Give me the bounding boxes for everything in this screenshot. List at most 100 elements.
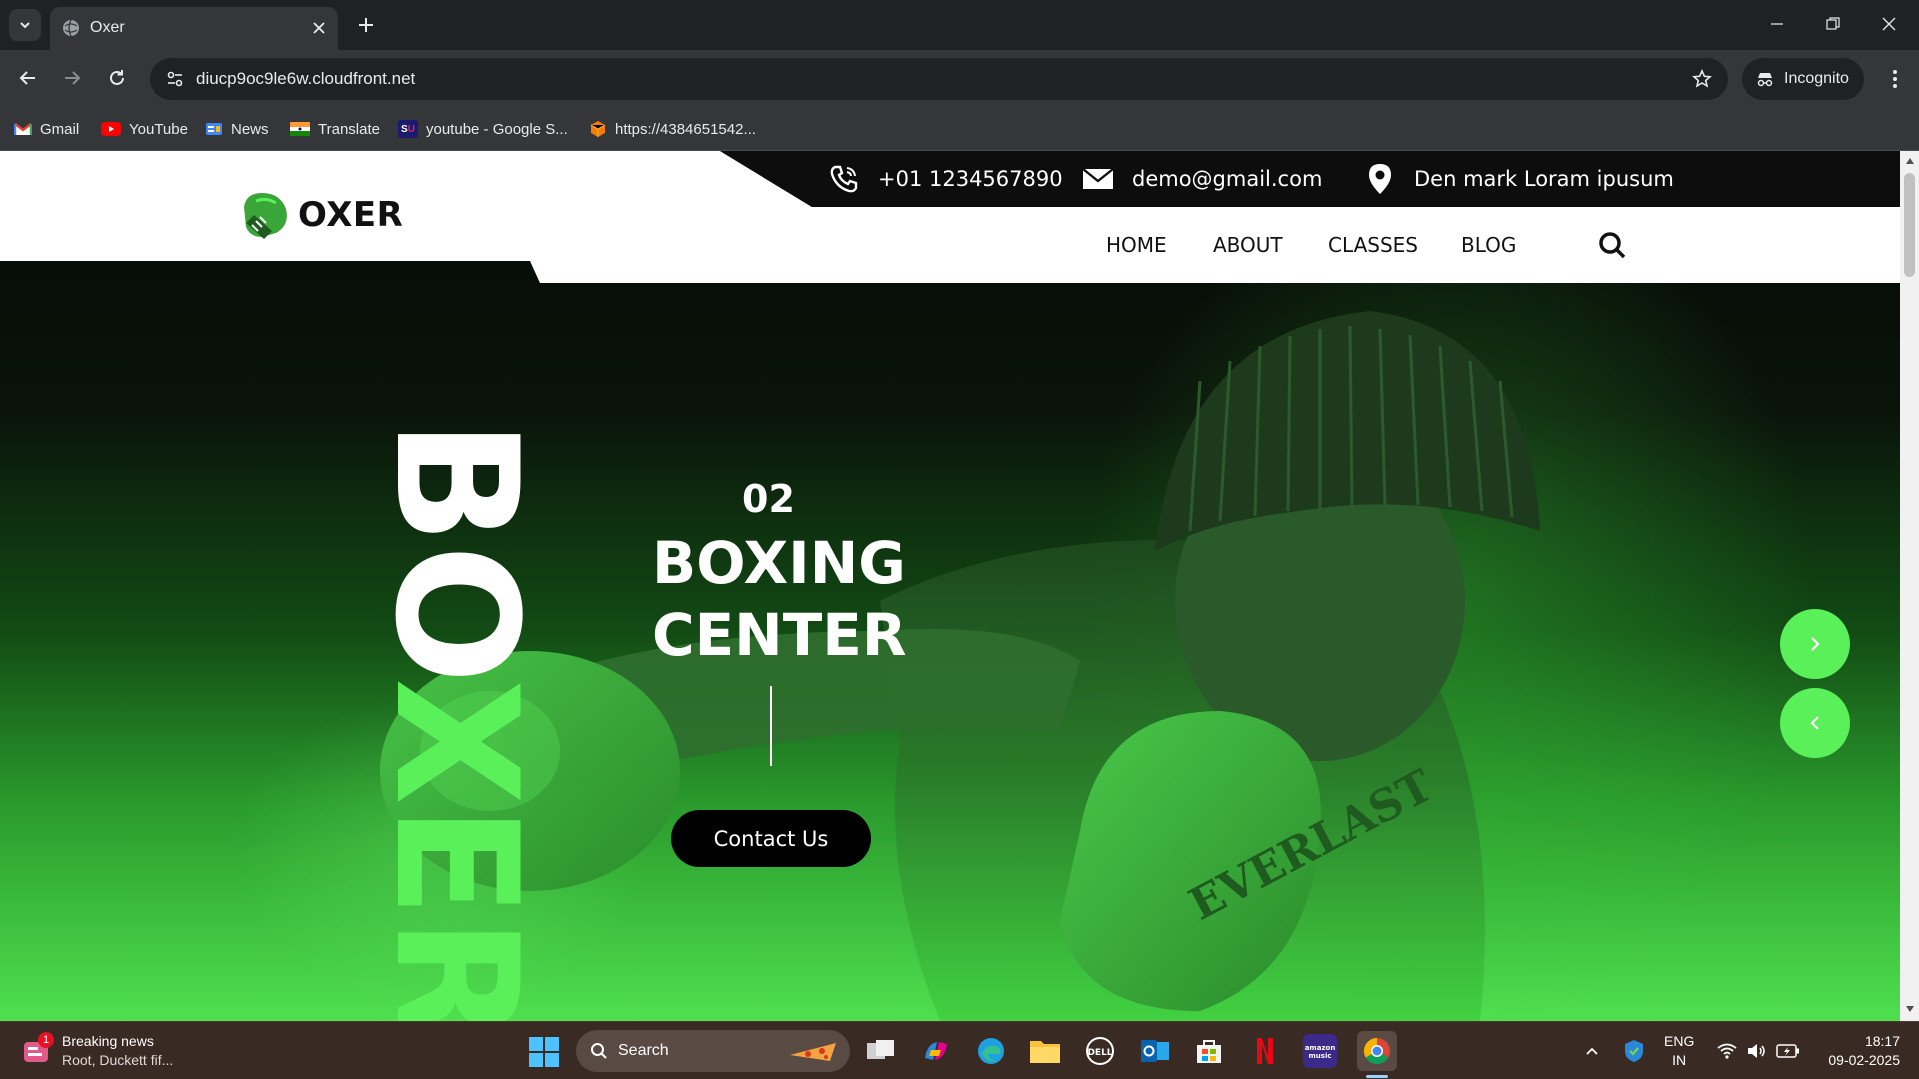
india-flag-icon (290, 122, 310, 136)
bookmark-label: Translate (318, 120, 380, 138)
back-button[interactable] (12, 62, 44, 94)
bookmark-gmail[interactable]: Gmail (10, 115, 83, 143)
browser-toolbar: diucp9oc9le6w.cloudfront.net Incognito (0, 50, 1919, 107)
browser-menu-button[interactable] (1880, 63, 1910, 95)
speaker-icon (1748, 1044, 1765, 1058)
scroll-up-arrow[interactable] (1904, 155, 1915, 167)
chrome-icon[interactable] (1357, 1031, 1397, 1071)
hero-title: BOXING CENTER (652, 527, 952, 671)
contact-us-button[interactable]: Contact Us (671, 810, 871, 867)
search-icon (1599, 232, 1626, 259)
svg-text:DELL: DELL (1087, 1048, 1112, 1058)
language-code: ENG (1664, 1033, 1695, 1049)
bookmark-youtube-google-search[interactable]: SU youtube - Google S... (394, 115, 572, 143)
task-view-icon[interactable] (864, 1034, 898, 1068)
youtube-icon (101, 122, 121, 136)
nav-home[interactable]: HOME (1106, 233, 1167, 257)
slider-prev-button[interactable] (1780, 688, 1850, 758)
volume-tray-icon[interactable] (1744, 1034, 1770, 1068)
active-app-indicator (1366, 1075, 1388, 1078)
cube-icon (590, 121, 606, 137)
close-icon (313, 22, 325, 34)
site-search-button[interactable] (1596, 229, 1628, 261)
arrow-left-icon (19, 71, 35, 85)
taskbar-search[interactable]: Search (576, 1030, 850, 1072)
more-vertical-icon (1893, 70, 1897, 88)
phone-icon (826, 161, 862, 197)
hero-title-line1: BOXING (652, 529, 906, 597)
file-explorer-icon[interactable] (1028, 1034, 1062, 1068)
su-icon: SU (398, 120, 418, 138)
search-icon (591, 1043, 607, 1059)
shield-icon (1625, 1040, 1643, 1062)
edge-browser-icon[interactable] (974, 1034, 1008, 1068)
scroll-thumb[interactable] (1904, 173, 1915, 277)
security-tray-icon[interactable] (1620, 1034, 1648, 1068)
dell-icon[interactable]: DELL (1083, 1034, 1117, 1068)
minimize-button[interactable] (1754, 8, 1800, 40)
contact-email[interactable]: demo@gmail.com (1080, 161, 1322, 197)
tab-close-button[interactable] (308, 17, 330, 39)
nav-blog[interactable]: BLOG (1461, 233, 1516, 257)
map-pin-icon (1362, 161, 1398, 197)
new-tab-button[interactable] (352, 11, 380, 39)
bookmark-star-button[interactable] (1690, 67, 1714, 91)
phone-number: +01 1234567890 (878, 167, 1063, 191)
forward-button[interactable] (56, 62, 88, 94)
wifi-icon (1717, 1043, 1737, 1059)
tab-search-button[interactable] (9, 9, 41, 41)
reload-button[interactable] (101, 62, 133, 94)
triangle-down-icon (1905, 1006, 1914, 1012)
vertical-boxer-word: BOXER (388, 419, 538, 1021)
bookmark-news[interactable]: News (201, 115, 273, 143)
google-news-icon (206, 123, 222, 135)
tray-overflow-button[interactable] (1582, 1034, 1602, 1068)
incognito-chip[interactable]: Incognito (1742, 58, 1864, 100)
pizza-icon (790, 1043, 836, 1061)
start-button[interactable] (528, 1036, 560, 1068)
globe-icon (63, 19, 79, 37)
tab-title: Oxer (90, 19, 125, 36)
scroll-down-arrow[interactable] (1904, 1003, 1915, 1015)
news-subtitle: Root, Duckett fif... (62, 1052, 174, 1068)
restore-button[interactable] (1810, 8, 1856, 40)
site-info-button[interactable] (160, 64, 190, 94)
netflix-icon[interactable] (1248, 1034, 1282, 1068)
nav-classes[interactable]: CLASSES (1328, 233, 1418, 257)
hero-title-line2: CENTER (652, 601, 907, 669)
site-logo[interactable]: OXER (236, 187, 403, 243)
microsoft-store-icon[interactable] (1192, 1034, 1226, 1068)
wifi-tray-icon[interactable] (1714, 1034, 1740, 1068)
close-window-button[interactable] (1866, 8, 1912, 40)
bookmark-label: News (231, 120, 269, 138)
plus-icon (359, 18, 373, 32)
bookmarks-bar: Gmail YouTube News Translate SU youtube … (0, 107, 1919, 151)
windows-logo-icon (529, 1037, 559, 1067)
outlook-icon[interactable] (1138, 1034, 1172, 1068)
battery-icon (1776, 1044, 1799, 1058)
clock-date: 09-02-2025 (1828, 1052, 1900, 1068)
address-bar[interactable]: diucp9oc9le6w.cloudfront.net (150, 58, 1728, 100)
bookmark-youtube[interactable]: YouTube (97, 115, 192, 143)
gmail-icon (14, 123, 32, 135)
chevron-up-icon (1586, 1047, 1598, 1055)
tab-oxer[interactable]: Oxer (50, 7, 338, 50)
contact-address[interactable]: Den mark Loram ipusum (1362, 161, 1674, 197)
bookmark-label: youtube - Google S... (426, 120, 568, 138)
minimize-icon (1771, 23, 1783, 25)
slider-next-button[interactable] (1780, 609, 1850, 679)
page-scrollbar[interactable] (1900, 151, 1919, 1021)
bookmark-url[interactable]: https://4384651542... (585, 115, 760, 143)
incognito-icon (1757, 73, 1773, 87)
bookmark-translate[interactable]: Translate (286, 115, 384, 143)
news-widget[interactable]: 1 Breaking news Root, Duckett fif... (22, 1030, 192, 1072)
amazon-music-icon[interactable]: amazon music (1303, 1034, 1337, 1068)
taskbar-clock[interactable]: 18:17 09-02-2025 (1812, 1032, 1900, 1070)
language-indicator[interactable]: ENG IN (1664, 1032, 1694, 1070)
slide-number: 02 (742, 477, 795, 521)
windows-taskbar: 1 Breaking news Root, Duckett fif... Sea… (0, 1021, 1919, 1079)
nav-about[interactable]: ABOUT (1213, 233, 1283, 257)
contact-phone[interactable]: +01 1234567890 (826, 161, 1063, 197)
copilot-icon[interactable] (919, 1034, 953, 1068)
battery-tray-icon[interactable] (1774, 1034, 1802, 1068)
